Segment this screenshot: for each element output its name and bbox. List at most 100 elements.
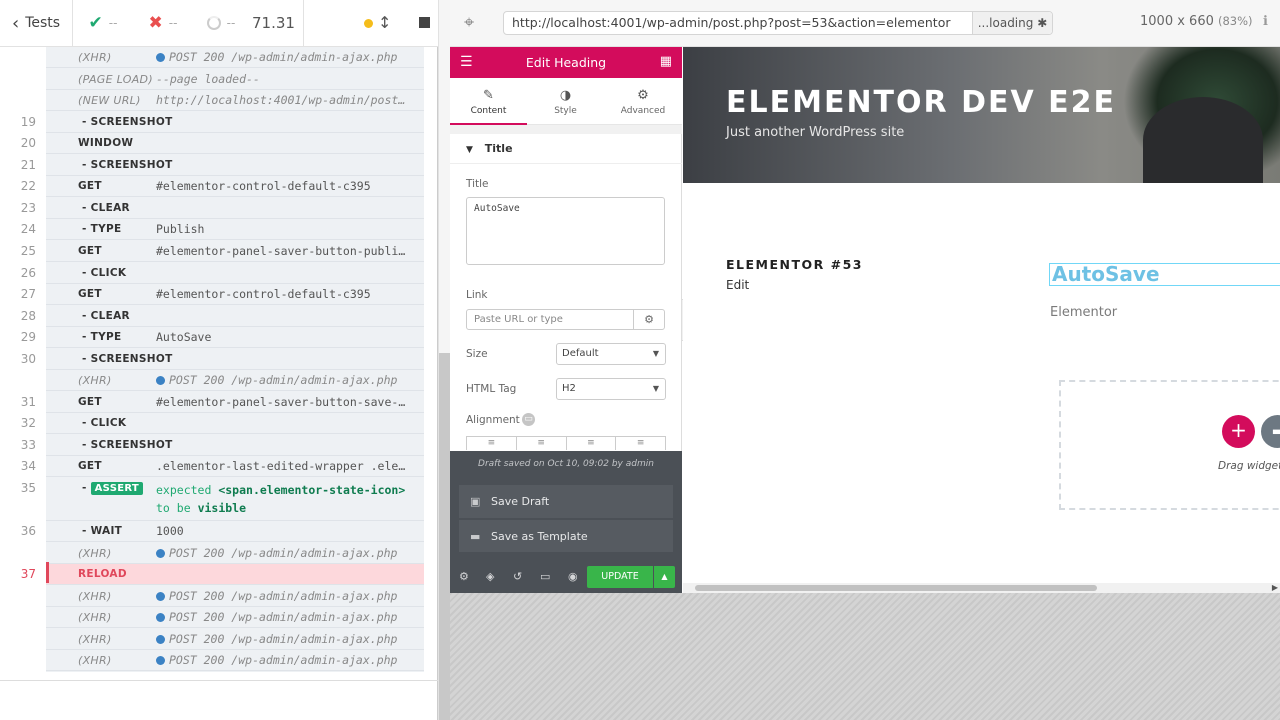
reload-marker [46, 562, 49, 583]
text-widget[interactable]: Elementor [1050, 305, 1117, 320]
site-title[interactable]: ELEMENTOR DEV E2E [726, 85, 1116, 120]
site-description: Just another WordPress site [726, 125, 905, 140]
loading-label: ...loading [977, 16, 1034, 30]
add-section-button[interactable]: + [1222, 415, 1255, 448]
command-row[interactable]: 36 - WAIT 1000 [21, 521, 424, 542]
command-row[interactable]: 27 GET #elementor-control-default-c395 [21, 284, 424, 306]
assert-command[interactable]: 35 - ASSERT expected <span.elementor-state… [21, 478, 424, 521]
tab-content[interactable]: ✎ Content [450, 78, 527, 125]
command-name: WINDOW [78, 137, 134, 150]
widgets-grid-icon[interactable]: ▦ [660, 54, 672, 69]
navigator-icon[interactable]: ◈ [486, 570, 494, 583]
command-message-text: #elementor-panel-saver-button-save-… [156, 394, 406, 409]
html-tag-label: HTML Tag [466, 383, 517, 395]
align-center-button[interactable]: ≡ [517, 437, 567, 450]
align-right-button[interactable]: ≡ [567, 437, 617, 450]
command-row[interactable]: 32 - CLICK [21, 413, 424, 435]
viewport-dimensions: 1000 x 660 [1140, 14, 1214, 29]
save-icon: ▣ [470, 495, 481, 508]
command-message-text: #elementor-control-default-c395 [156, 179, 371, 194]
section-title-toggle[interactable]: ▼ Title [450, 134, 682, 164]
command-row[interactable]: (XHR) POST 200 /wp-admin/admin-ajax.php [46, 370, 424, 392]
command-message-text: 1000 [156, 524, 184, 538]
command-row[interactable]: 30 - SCREENSHOT [21, 349, 424, 370]
responsive-icon[interactable]: ▭ [522, 413, 535, 426]
tests-button[interactable]: ‹ Tests [0, 0, 73, 46]
preview-horizontal-scrollbar[interactable]: ▶ [683, 583, 1280, 593]
command-row[interactable]: (XHR) POST 200 /wp-admin/admin-ajax.php [46, 543, 424, 564]
command-row[interactable]: 19 - SCREENSHOT [21, 112, 424, 133]
command-row[interactable]: (XHR) POST 200 /wp-admin/admin-ajax.php [46, 47, 424, 68]
hero-pot-image [1143, 97, 1263, 183]
command-message: Publish [156, 219, 424, 240]
command-row[interactable]: (XHR) POST 200 /wp-admin/admin-ajax.php [46, 586, 424, 607]
command-row[interactable]: (XHR) POST 200 /wp-admin/admin-ajax.php [46, 629, 424, 650]
info-icon[interactable]: ℹ [1263, 14, 1268, 29]
command-name: - SCREENSHOT [82, 158, 173, 171]
save-template-label: Save as Template [491, 530, 588, 543]
command-row[interactable]: 33 - SCREENSHOT [21, 435, 424, 456]
command-row[interactable]: (XHR) POST 200 /wp-admin/admin-ajax.php [46, 607, 424, 629]
auto-scroll-icon[interactable]: ↕ [378, 13, 391, 32]
command-row[interactable]: (XHR) POST 200 /wp-admin/admin-ajax.php [46, 650, 424, 672]
reporter-scrollbar[interactable] [438, 0, 451, 720]
tab-style[interactable]: ◑ Style [527, 78, 604, 125]
command-row[interactable]: 20 WINDOW [21, 133, 424, 155]
scroll-right-icon[interactable]: ▶ [1272, 583, 1278, 592]
heading-widget[interactable]: AutoSave [1049, 263, 1280, 286]
command-message: 1000 [156, 521, 424, 542]
selector-playground-icon[interactable]: ⌖ [464, 12, 474, 33]
command-name: - CLICK [82, 266, 127, 279]
command-message-text: POST 200 /wp-admin/admin-ajax.php [169, 50, 398, 64]
command-row[interactable]: 34 GET .elementor-last-edited-wrapper .ele… [21, 456, 424, 478]
command-row[interactable]: 25 GET #elementor-panel-saver-button-publi… [21, 241, 424, 262]
align-justify-button[interactable]: ≡ [616, 437, 665, 450]
command-row[interactable]: (PAGE LOAD) --page loaded-- [46, 69, 424, 90]
preview-eye-icon[interactable]: ◉ [568, 570, 578, 583]
reload-command[interactable]: 37 RELOAD [21, 564, 424, 586]
check-icon: ✔ [88, 13, 103, 33]
history-icon[interactable]: ↺ [513, 570, 522, 583]
command-row[interactable]: 23 - CLEAR [21, 198, 424, 219]
command-row[interactable]: (NEW URL) http://localhost:4001/wp-admin/… [46, 90, 424, 112]
command-row[interactable]: 24 - TYPE Publish [21, 219, 424, 241]
command-name: GET [78, 288, 102, 301]
save-draft-button[interactable]: ▣ Save Draft [459, 485, 673, 518]
assert-badge: ASSERT [90, 482, 144, 495]
html-tag-select[interactable]: H2 ▼ [556, 378, 666, 400]
cypress-runner: ‹ Tests ✔ -- ✖ -- -- 71.31 ↕ (XHR)POST [0, 0, 1280, 720]
command-row[interactable]: 21 - SCREENSHOT [21, 155, 424, 176]
command-row[interactable]: 31 GET #elementor-panel-saver-button-save-… [21, 392, 424, 413]
command-row[interactable]: 22 GET #elementor-control-default-c395 [21, 176, 424, 198]
command-name: GET [78, 180, 102, 193]
panel-header: ☰ Edit Heading ▦ [450, 47, 682, 78]
site-header-hero: ELEMENTOR DEV E2E Just another WordPress… [683, 47, 1280, 183]
command-row[interactable]: 29 - TYPE AutoSave [21, 327, 424, 349]
save-template-button[interactable]: ▬ Save as Template [459, 519, 673, 552]
command-message-text: POST 200 /wp-admin/admin-ajax.php [169, 631, 398, 646]
title-textarea[interactable]: AutoSave [466, 197, 665, 265]
stop-button[interactable] [419, 17, 430, 28]
command-message: --page loaded-- [156, 69, 424, 90]
tests-label: Tests [25, 15, 61, 31]
size-select[interactable]: Default ▼ [556, 343, 666, 365]
html-tag-value: H2 [562, 383, 576, 394]
command-name: (XHR) [78, 374, 112, 388]
update-button[interactable]: UPDATE [587, 566, 653, 588]
scrollbar-thumb[interactable] [695, 585, 1097, 591]
command-message-text: POST 200 /wp-admin/admin-ajax.php [169, 653, 398, 668]
command-name: - CLEAR [82, 201, 130, 214]
link-options-gear-icon[interactable]: ⚙ [633, 309, 665, 330]
aut-header: ⌖ http://localhost:4001/wp-admin/post.ph… [450, 0, 1280, 47]
command-row[interactable]: 26 - CLICK [21, 263, 424, 284]
align-left-button[interactable]: ≡ [467, 437, 517, 450]
link-input[interactable]: Paste URL or type [466, 309, 634, 330]
responsive-mode-icon[interactable]: ▭ [540, 570, 550, 583]
command-number: 27 [20, 287, 36, 302]
command-row[interactable]: 28 - CLEAR [21, 306, 424, 327]
saver-options-toggle[interactable]: ▲ [654, 566, 675, 588]
tab-advanced[interactable]: ⚙ Advanced [604, 78, 682, 125]
reporter-footer-divider [0, 680, 438, 681]
edit-link[interactable]: Edit [726, 278, 749, 292]
settings-icon[interactable]: ⚙ [459, 570, 469, 583]
